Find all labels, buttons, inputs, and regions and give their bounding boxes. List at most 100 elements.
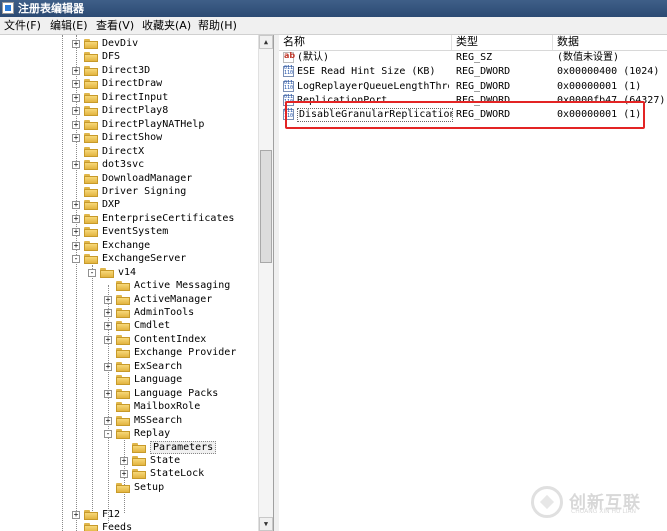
- tree-node[interactable]: + MSSearch: [0, 414, 258, 427]
- tree-node[interactable]: Driver Signing: [0, 185, 258, 198]
- tree-node[interactable]: Exchange Provider: [0, 346, 258, 359]
- tree-node[interactable]: + ActiveManager: [0, 293, 258, 306]
- tree-node-label[interactable]: DirectPlayNATHelp: [102, 118, 204, 131]
- expand-toggle-icon[interactable]: +: [72, 93, 80, 102]
- tree-node-label[interactable]: DFS: [102, 50, 120, 63]
- tree-node[interactable]: + Exchange: [0, 239, 258, 252]
- expand-toggle-icon[interactable]: +: [72, 241, 80, 250]
- expand-toggle-icon[interactable]: +: [104, 295, 112, 304]
- tree-node[interactable]: - ExchangeServer: [0, 252, 258, 265]
- scroll-up-arrow-icon[interactable]: ▲: [259, 35, 273, 49]
- expand-toggle-icon[interactable]: +: [120, 456, 128, 465]
- tree-node-label[interactable]: DirectX: [102, 145, 144, 158]
- scroll-thumb[interactable]: [260, 150, 272, 263]
- tree-node[interactable]: + Cmdlet: [0, 319, 258, 332]
- tree-node-label[interactable]: DirectShow: [102, 131, 162, 144]
- tree-node[interactable]: + ContentIndex: [0, 333, 258, 346]
- tree-node[interactable]: + Direct3D: [0, 64, 258, 77]
- value-row[interactable]: LogReplayerQueueLengthThres... REG_DWORD 0…: [279, 80, 667, 94]
- tree-node[interactable]: - Replay: [0, 427, 258, 440]
- tree-node[interactable]: Parameters: [0, 440, 258, 454]
- collapse-toggle-icon[interactable]: -: [72, 255, 80, 264]
- expand-toggle-icon[interactable]: +: [72, 228, 80, 237]
- tree-node[interactable]: + State: [0, 454, 258, 467]
- scroll-down-arrow-icon[interactable]: ▼: [259, 517, 273, 531]
- tree-node-label[interactable]: MailboxRole: [134, 400, 200, 413]
- expand-toggle-icon[interactable]: +: [72, 120, 80, 129]
- tree-node-label[interactable]: Language Packs: [134, 387, 218, 400]
- tree-node[interactable]: DirectX: [0, 145, 258, 158]
- expand-toggle-icon[interactable]: +: [72, 214, 80, 223]
- tree-node[interactable]: Active Messaging: [0, 279, 258, 292]
- tree-node[interactable]: - v14: [0, 266, 258, 279]
- expand-toggle-icon[interactable]: +: [72, 161, 80, 170]
- tree-node-label[interactable]: MSSearch: [134, 414, 182, 427]
- tree-node-label[interactable]: Exchange: [102, 239, 150, 252]
- expand-toggle-icon[interactable]: +: [120, 470, 128, 479]
- expand-toggle-icon[interactable]: +: [72, 107, 80, 116]
- tree-node-label[interactable]: F12: [102, 508, 120, 521]
- menu-help[interactable]: 帮助(H): [198, 19, 237, 33]
- column-header-type[interactable]: 类型: [452, 35, 553, 50]
- menu-favorites[interactable]: 收藏夹(A): [142, 19, 191, 33]
- tree-node-label[interactable]: DevDiv: [102, 37, 138, 50]
- tree-node-label[interactable]: ExSearch: [134, 360, 182, 373]
- expand-toggle-icon[interactable]: +: [72, 40, 80, 48]
- column-header-name[interactable]: 名称: [279, 35, 452, 50]
- tree-node-label[interactable]: dot3svc: [102, 158, 144, 171]
- tree-node-label[interactable]: Replay: [134, 427, 170, 440]
- expand-toggle-icon[interactable]: +: [72, 80, 80, 89]
- tree-node-label[interactable]: StateLock: [150, 467, 204, 480]
- tree-vertical-scrollbar[interactable]: ▲ ▼: [258, 35, 273, 531]
- tree-node[interactable]: + ExSearch: [0, 360, 258, 373]
- tree-node[interactable]: + DirectPlay8: [0, 104, 258, 117]
- expand-toggle-icon[interactable]: +: [72, 201, 80, 210]
- expand-toggle-icon[interactable]: +: [104, 362, 112, 371]
- tree-node-label[interactable]: EventSystem: [102, 225, 168, 238]
- tree-node[interactable]: + DirectInput: [0, 91, 258, 104]
- tree-node-label[interactable]: v14: [118, 266, 136, 279]
- collapse-toggle-icon[interactable]: -: [104, 430, 112, 439]
- tree-node[interactable]: + DirectDraw: [0, 77, 258, 90]
- tree-node-label[interactable]: State: [150, 454, 180, 467]
- value-row[interactable]: (默认) REG_SZ (数值未设置): [279, 51, 667, 65]
- tree-node[interactable]: + Language Packs: [0, 387, 258, 400]
- tree-node-label[interactable]: Parameters: [150, 440, 217, 454]
- tree-node[interactable]: + F12: [0, 508, 258, 521]
- tree-node-label[interactable]: DirectPlay8: [102, 104, 168, 117]
- expand-toggle-icon[interactable]: +: [72, 66, 80, 75]
- tree-node-label[interactable]: Active Messaging: [134, 279, 230, 292]
- column-header-data[interactable]: 数据: [553, 35, 667, 50]
- tree-node-label[interactable]: DirectDraw: [102, 77, 162, 90]
- tree-node[interactable]: + DXP: [0, 198, 258, 211]
- tree-node[interactable]: + DirectShow: [0, 131, 258, 144]
- tree-node[interactable]: DownloadManager: [0, 172, 258, 185]
- tree-node[interactable]: + DirectPlayNATHelp: [0, 118, 258, 131]
- tree-node-label[interactable]: ActiveManager: [134, 293, 212, 306]
- expand-toggle-icon[interactable]: +: [104, 309, 112, 317]
- collapse-toggle-icon[interactable]: -: [88, 268, 96, 277]
- tree-node-label[interactable]: DownloadManager: [102, 172, 192, 185]
- tree-node-label[interactable]: DirectInput: [102, 91, 168, 104]
- tree-node-label[interactable]: Driver Signing: [102, 185, 186, 198]
- tree-node-label[interactable]: Setup: [134, 481, 164, 494]
- expand-toggle-icon[interactable]: +: [72, 510, 80, 519]
- tree-node-label[interactable]: ContentIndex: [134, 333, 206, 346]
- tree-node-label[interactable]: Direct3D: [102, 64, 150, 77]
- menu-view[interactable]: 查看(V): [96, 19, 134, 33]
- tree-node-label[interactable]: Feeds: [102, 521, 132, 531]
- expand-toggle-icon[interactable]: +: [104, 389, 112, 398]
- tree-node[interactable]: + DevDiv: [0, 37, 258, 50]
- tree-node[interactable]: Feeds: [0, 521, 258, 531]
- menu-edit[interactable]: 编辑(E): [50, 19, 88, 33]
- tree-node-label[interactable]: ExchangeServer: [102, 252, 186, 265]
- tree-node[interactable]: + EnterpriseCertificates: [0, 212, 258, 225]
- tree-node-label[interactable]: EnterpriseCertificates: [102, 212, 234, 225]
- tree-node-label[interactable]: Exchange Provider: [134, 346, 236, 359]
- tree-node[interactable]: + dot3svc: [0, 158, 258, 171]
- expand-toggle-icon[interactable]: +: [72, 134, 80, 143]
- expand-toggle-icon[interactable]: +: [104, 335, 112, 344]
- expand-toggle-icon[interactable]: +: [104, 322, 112, 331]
- tree-node-label[interactable]: DXP: [102, 198, 120, 211]
- tree-node-label[interactable]: Language: [134, 373, 182, 386]
